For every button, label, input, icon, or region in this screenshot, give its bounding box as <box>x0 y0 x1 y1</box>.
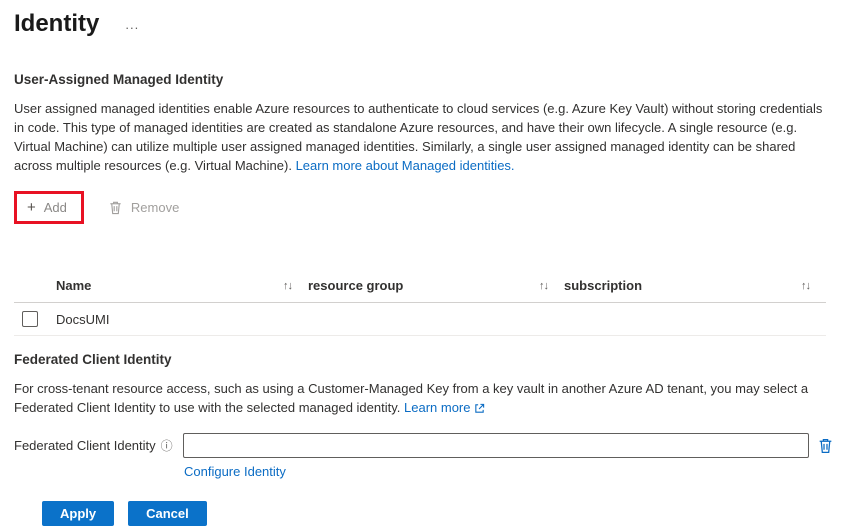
plus-icon: + <box>27 198 36 216</box>
identity-page: Identity ... User-Assigned Managed Ident… <box>0 0 848 526</box>
column-header-name-label: Name <box>56 278 92 293</box>
row-checkbox[interactable] <box>22 311 38 327</box>
column-header-subscription-label: subscription <box>564 278 643 293</box>
uami-section-heading: User-Assigned Managed Identity <box>14 72 224 87</box>
fci-field-row: Federated Client Identity ⓘ <box>14 433 834 458</box>
column-header-resource-group-label: resource group <box>308 278 404 293</box>
row-checkbox-cell <box>14 311 56 327</box>
fci-field-label-text: Federated Client Identity <box>14 438 156 453</box>
delete-identity-button[interactable] <box>817 437 834 454</box>
cancel-button[interactable]: Cancel <box>128 501 207 526</box>
fci-learn-more-link[interactable]: Learn more <box>404 400 485 415</box>
apply-button[interactable]: Apply <box>42 501 115 526</box>
column-header-subscription[interactable]: subscription ↑↓ <box>564 278 826 293</box>
external-link-icon <box>475 403 485 413</box>
configure-identity-link[interactable]: Configure Identity <box>184 464 286 479</box>
fci-description: For cross-tenant resource access, such a… <box>14 379 834 417</box>
managed-identities-learn-more-link[interactable]: Learn more about Managed identities. <box>296 158 515 173</box>
fci-learn-more-label: Learn more <box>404 400 471 415</box>
sort-icon[interactable]: ↑↓ <box>801 280 811 292</box>
configure-identity-row: Configure Identity <box>184 464 834 479</box>
trash-icon <box>819 439 832 454</box>
sort-icon[interactable]: ↑↓ <box>539 280 549 292</box>
row-name-cell: DocsUMI <box>56 311 110 327</box>
add-button-highlight-box: + Add <box>14 190 84 224</box>
remove-button[interactable]: Remove <box>100 195 187 220</box>
page-title: Identity <box>14 10 100 37</box>
add-button-label: Add <box>43 199 67 215</box>
uami-description: User assigned managed identities enable … <box>14 99 834 175</box>
sort-icon[interactable]: ↑↓ <box>283 280 293 292</box>
add-button[interactable]: + Add <box>19 195 75 220</box>
table-row[interactable]: DocsUMI <box>14 303 826 336</box>
table-header-row: Name ↑↓ resource group ↑↓ subscription ↑… <box>14 269 826 303</box>
uami-table: Name ↑↓ resource group ↑↓ subscription ↑… <box>14 269 826 336</box>
column-header-resource-group[interactable]: resource group ↑↓ <box>308 278 564 293</box>
fci-field-label: Federated Client Identity ⓘ <box>14 437 183 454</box>
title-row: Identity ... <box>14 10 834 38</box>
fci-input[interactable] <box>182 433 809 458</box>
fci-section-heading: Federated Client Identity <box>14 352 172 367</box>
column-header-name[interactable]: Name ↑↓ <box>56 278 308 293</box>
uami-toolbar: + Add Remove <box>14 189 834 225</box>
footer-actions: Apply Cancel <box>42 501 834 526</box>
info-icon[interactable]: ⓘ <box>161 437 173 454</box>
remove-button-label: Remove <box>130 199 180 215</box>
context-menu-ellipsis-icon[interactable]: ... <box>121 15 143 34</box>
trash-icon <box>108 200 123 215</box>
